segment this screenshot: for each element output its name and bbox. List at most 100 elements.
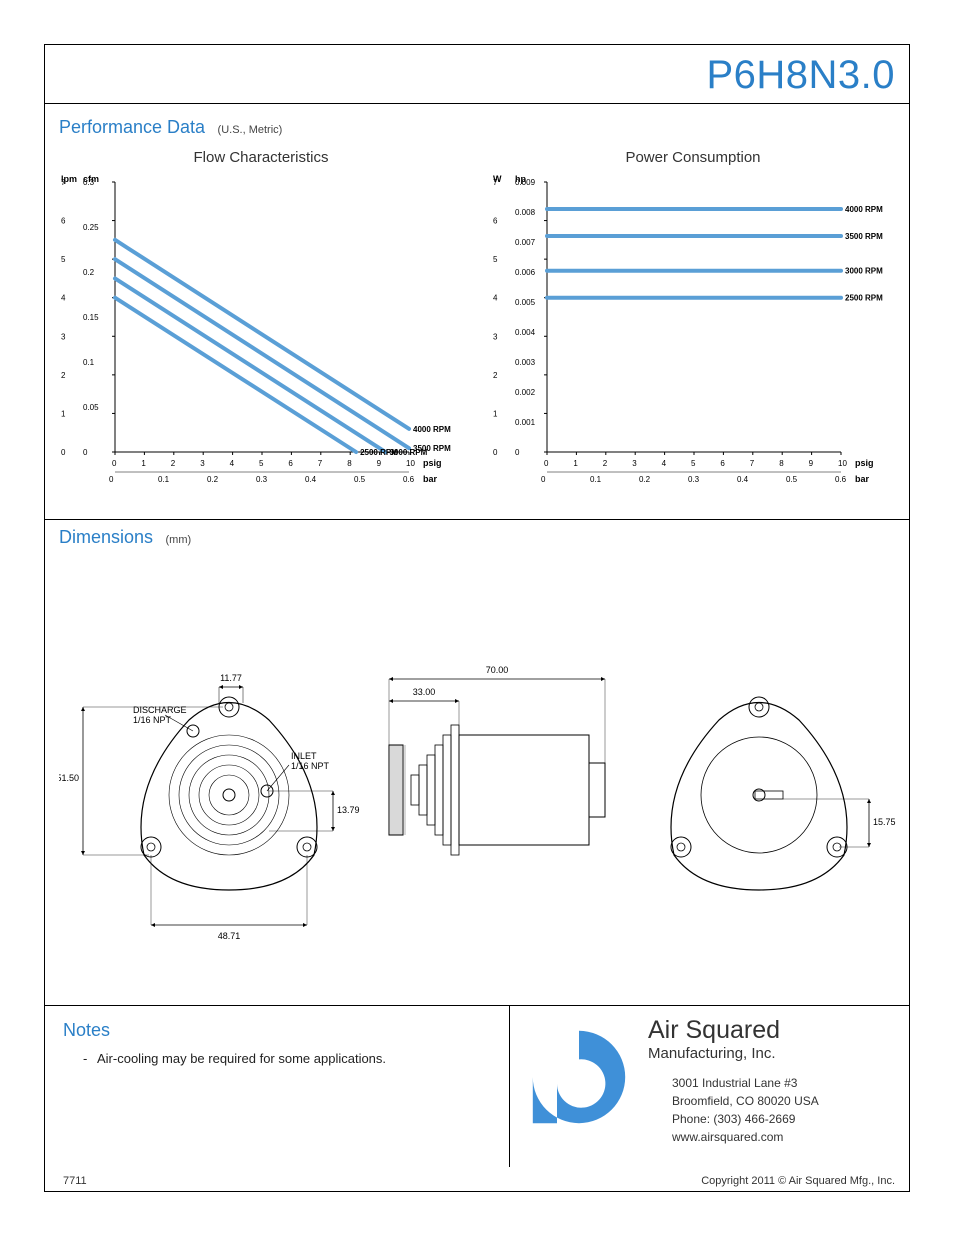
svg-text:51.50: 51.50 — [59, 773, 79, 783]
svg-text:6: 6 — [493, 217, 498, 226]
company-logo-icon — [524, 1022, 634, 1132]
svg-text:0: 0 — [112, 459, 117, 468]
svg-text:0.3: 0.3 — [688, 475, 700, 484]
svg-text:4000 RPM: 4000 RPM — [413, 425, 451, 434]
svg-text:4: 4 — [61, 294, 66, 303]
addr-line: 3001 Industrial Lane #3 — [672, 1074, 895, 1092]
section-title: Dimensions — [59, 527, 153, 547]
svg-text:5: 5 — [259, 459, 264, 468]
svg-text:3: 3 — [632, 459, 637, 468]
svg-text:0.009: 0.009 — [515, 178, 536, 187]
chart-title: Power Consumption — [477, 149, 909, 166]
svg-text:0.25: 0.25 — [83, 223, 99, 232]
svg-text:48.71: 48.71 — [218, 931, 241, 941]
svg-text:2: 2 — [603, 459, 608, 468]
product-id-title: P6H8N3.0 — [706, 53, 895, 98]
notes-list: Air-cooling may be required for some app… — [63, 1051, 491, 1066]
dimensions-drawing: DISCHARGE1/16 NPTINLET1/16 NPT11.7751.50… — [59, 565, 897, 985]
svg-text:0: 0 — [544, 459, 549, 468]
svg-text:bar: bar — [855, 474, 870, 484]
addr-line: www.airsquared.com — [672, 1128, 895, 1146]
svg-text:0.6: 0.6 — [403, 475, 415, 484]
power-chart-box: Power Consumption Whp0123456700.0010.002… — [477, 145, 909, 525]
charts-row: Flow Characteristics lpmcfm0123456700.05… — [45, 145, 909, 525]
svg-text:0: 0 — [541, 475, 546, 484]
svg-text:1: 1 — [493, 409, 498, 418]
svg-text:4: 4 — [662, 459, 667, 468]
svg-text:3: 3 — [493, 332, 498, 341]
svg-text:7: 7 — [318, 459, 323, 468]
svg-text:2: 2 — [61, 371, 66, 380]
addr-line: Broomfield, CO 80020 USA — [672, 1092, 895, 1110]
flow-chart-box: Flow Characteristics lpmcfm0123456700.05… — [45, 145, 477, 525]
svg-text:7: 7 — [61, 178, 66, 187]
divider — [45, 519, 909, 520]
svg-text:0: 0 — [493, 448, 498, 457]
svg-text:3: 3 — [200, 459, 205, 468]
svg-text:2500 RPM: 2500 RPM — [845, 294, 883, 303]
svg-text:0.2: 0.2 — [639, 475, 651, 484]
dimensions-header: Dimensions (mm) — [59, 527, 191, 548]
svg-text:psig: psig — [855, 458, 874, 468]
bottom-row: Notes Air-cooling may be required for so… — [45, 1005, 909, 1167]
svg-text:DISCHARGE: DISCHARGE — [133, 705, 187, 715]
company-address: 3001 Industrial Lane #3 Broomfield, CO 8… — [648, 1074, 895, 1146]
svg-text:6: 6 — [720, 459, 725, 468]
company-sub: Manufacturing, Inc. — [648, 1045, 895, 1062]
svg-text:7: 7 — [750, 459, 755, 468]
svg-text:10: 10 — [406, 459, 415, 468]
addr-line: Phone: (303) 466-2669 — [672, 1110, 895, 1128]
footer-left: 7711 — [63, 1175, 87, 1187]
section-units: (U.S., Metric) — [218, 124, 283, 136]
datasheet-page: P6H8N3.0 Performance Data (U.S., Metric)… — [44, 44, 910, 1192]
svg-text:0.002: 0.002 — [515, 388, 536, 397]
company-box: Air Squared Manufacturing, Inc. 3001 Ind… — [509, 1006, 909, 1167]
svg-text:9: 9 — [377, 459, 382, 468]
svg-text:0: 0 — [515, 448, 520, 457]
svg-text:5: 5 — [691, 459, 696, 468]
svg-text:0.6: 0.6 — [835, 475, 847, 484]
notes-box: Notes Air-cooling may be required for so… — [45, 1006, 509, 1167]
svg-text:0: 0 — [109, 475, 114, 484]
svg-text:15.75: 15.75 — [873, 817, 896, 827]
svg-text:1: 1 — [141, 459, 146, 468]
svg-text:0: 0 — [83, 448, 88, 457]
svg-text:13.79: 13.79 — [337, 805, 360, 815]
svg-text:0.15: 0.15 — [83, 313, 99, 322]
svg-text:2: 2 — [171, 459, 176, 468]
svg-text:0.2: 0.2 — [83, 268, 95, 277]
svg-text:INLET: INLET — [291, 751, 317, 761]
chart-title: Flow Characteristics — [45, 149, 477, 166]
divider — [45, 103, 909, 104]
svg-text:2: 2 — [493, 371, 498, 380]
svg-text:9: 9 — [809, 459, 814, 468]
svg-text:7: 7 — [493, 178, 498, 187]
svg-text:10: 10 — [838, 459, 847, 468]
svg-text:0.4: 0.4 — [305, 475, 317, 484]
svg-text:0.004: 0.004 — [515, 328, 536, 337]
company-text: Air Squared Manufacturing, Inc. 3001 Ind… — [648, 1016, 895, 1157]
svg-text:2500 RPM: 2500 RPM — [360, 448, 398, 457]
svg-text:6: 6 — [288, 459, 293, 468]
svg-text:0.005: 0.005 — [515, 298, 536, 307]
svg-text:0: 0 — [61, 448, 66, 457]
svg-text:0.05: 0.05 — [83, 403, 99, 412]
section-units: (mm) — [166, 534, 192, 546]
svg-text:5: 5 — [61, 255, 66, 264]
svg-text:0.003: 0.003 — [515, 358, 536, 367]
flow-chart: lpmcfm0123456700.050.10.150.20.250.30123… — [51, 172, 471, 502]
svg-text:0.2: 0.2 — [207, 475, 219, 484]
svg-text:4: 4 — [493, 294, 498, 303]
svg-text:3000 RPM: 3000 RPM — [845, 267, 883, 276]
svg-text:8: 8 — [779, 459, 784, 468]
svg-text:0.3: 0.3 — [256, 475, 268, 484]
svg-text:0.1: 0.1 — [590, 475, 602, 484]
svg-text:1: 1 — [573, 459, 578, 468]
company-name: Air Squared — [648, 1016, 895, 1045]
svg-text:3: 3 — [61, 332, 66, 341]
performance-header: Performance Data (U.S., Metric) — [59, 117, 282, 138]
svg-text:0.5: 0.5 — [354, 475, 366, 484]
svg-text:1: 1 — [61, 409, 66, 418]
svg-text:bar: bar — [423, 474, 438, 484]
svg-text:70.00: 70.00 — [486, 665, 509, 675]
